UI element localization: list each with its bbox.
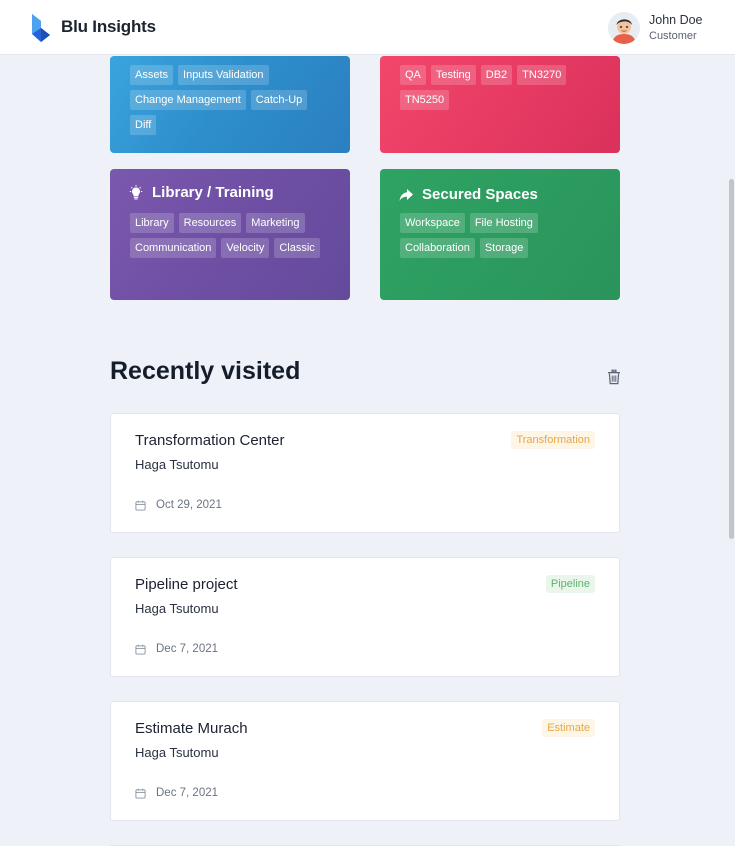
tag[interactable]: DB2 bbox=[480, 65, 513, 85]
card-title-text: Secured Spaces bbox=[422, 186, 538, 203]
date-text: Dec 7, 2021 bbox=[156, 787, 219, 799]
lightbulb-icon bbox=[129, 184, 143, 199]
tag-list: QA Testing DB2 TN3270 TN5250 bbox=[400, 65, 604, 110]
recent-item-estimate-murach[interactable]: Estimate Murach Estimate Haga Tsutomu De… bbox=[110, 701, 620, 821]
tag[interactable]: Workspace bbox=[400, 213, 465, 233]
tag[interactable]: Diff bbox=[130, 115, 157, 135]
project-type-badge: Transformation bbox=[511, 431, 595, 449]
date-text: Oct 29, 2021 bbox=[156, 499, 222, 511]
tag[interactable]: Change Management bbox=[130, 90, 246, 110]
user-name[interactable]: John Doe bbox=[649, 13, 703, 27]
category-card-secured-spaces[interactable]: Secured Spaces Workspace File Hosting Co… bbox=[380, 169, 620, 300]
tag[interactable]: Marketing bbox=[246, 213, 305, 233]
top-bar: Blu Insights John Doe Customer bbox=[0, 0, 735, 55]
scrollbar-thumb[interactable] bbox=[729, 179, 734, 539]
user-avatar-icon bbox=[608, 12, 640, 44]
recent-item-title[interactable]: Estimate Murach bbox=[135, 720, 248, 737]
calendar-icon bbox=[135, 500, 146, 511]
category-card-library-training[interactable]: Library / Training Library Resources Mar… bbox=[110, 169, 350, 300]
tag[interactable]: Classic bbox=[274, 238, 320, 258]
tag[interactable]: QA bbox=[400, 65, 426, 85]
date-text: Dec 7, 2021 bbox=[156, 643, 219, 655]
recent-item-author: Haga Tsutomu bbox=[135, 457, 219, 472]
recent-item-title[interactable]: Pipeline project bbox=[135, 576, 238, 593]
tag[interactable]: Collaboration bbox=[400, 238, 475, 258]
calendar-icon bbox=[135, 644, 146, 655]
category-card-blue[interactable]: Assets Inputs Validation Change Manageme… bbox=[110, 56, 350, 153]
recent-item-date: Dec 7, 2021 bbox=[135, 643, 218, 655]
recent-item-transformation-center[interactable]: Transformation Center Transformation Hag… bbox=[110, 413, 620, 533]
recent-item-author: Haga Tsutomu bbox=[135, 745, 219, 760]
tag-list: Workspace File Hosting Collaboration Sto… bbox=[400, 213, 604, 258]
recent-item-author: Haga Tsutomu bbox=[135, 601, 219, 616]
recent-item-title[interactable]: Transformation Center bbox=[135, 432, 285, 449]
category-card-red[interactable]: QA Testing DB2 TN3270 TN5250 bbox=[380, 56, 620, 153]
card-title: Secured Spaces bbox=[398, 186, 538, 203]
recent-item-date: Oct 29, 2021 bbox=[135, 499, 222, 511]
card-title-text: Library / Training bbox=[152, 184, 274, 201]
tag[interactable]: Resources bbox=[178, 213, 242, 233]
tag[interactable]: TN5250 bbox=[400, 90, 450, 110]
calendar-icon bbox=[135, 788, 146, 799]
recent-item-pipeline-project[interactable]: Pipeline project Pipeline Haga Tsutomu D… bbox=[110, 557, 620, 677]
page-scrollbar[interactable] bbox=[728, 56, 735, 846]
avatar[interactable] bbox=[608, 12, 640, 44]
user-role: Customer bbox=[649, 30, 697, 42]
tag-list: Library Resources Marketing Communicatio… bbox=[130, 213, 334, 258]
tag[interactable]: File Hosting bbox=[469, 213, 538, 233]
tag[interactable]: Catch-Up bbox=[250, 90, 308, 110]
recent-item-date: Dec 7, 2021 bbox=[135, 787, 218, 799]
project-type-badge: Estimate bbox=[542, 719, 595, 737]
share-arrow-icon bbox=[399, 188, 413, 201]
tag-list: Assets Inputs Validation Change Manageme… bbox=[130, 65, 334, 135]
tag[interactable]: Assets bbox=[130, 65, 174, 85]
tag[interactable]: TN3270 bbox=[517, 65, 567, 85]
tag[interactable]: Velocity bbox=[221, 238, 270, 258]
trash-icon[interactable] bbox=[606, 369, 622, 385]
brand-name[interactable]: Blu Insights bbox=[61, 17, 156, 37]
tag[interactable]: Communication bbox=[130, 238, 217, 258]
tag[interactable]: Inputs Validation bbox=[178, 65, 269, 85]
tag[interactable]: Library bbox=[130, 213, 174, 233]
card-title: Library / Training bbox=[128, 184, 274, 201]
tag[interactable]: Testing bbox=[430, 65, 476, 85]
blu-logo-icon[interactable] bbox=[30, 13, 52, 43]
tag[interactable]: Storage bbox=[479, 238, 529, 258]
recently-visited-title: Recently visited bbox=[110, 357, 301, 385]
project-type-badge: Pipeline bbox=[545, 575, 595, 593]
